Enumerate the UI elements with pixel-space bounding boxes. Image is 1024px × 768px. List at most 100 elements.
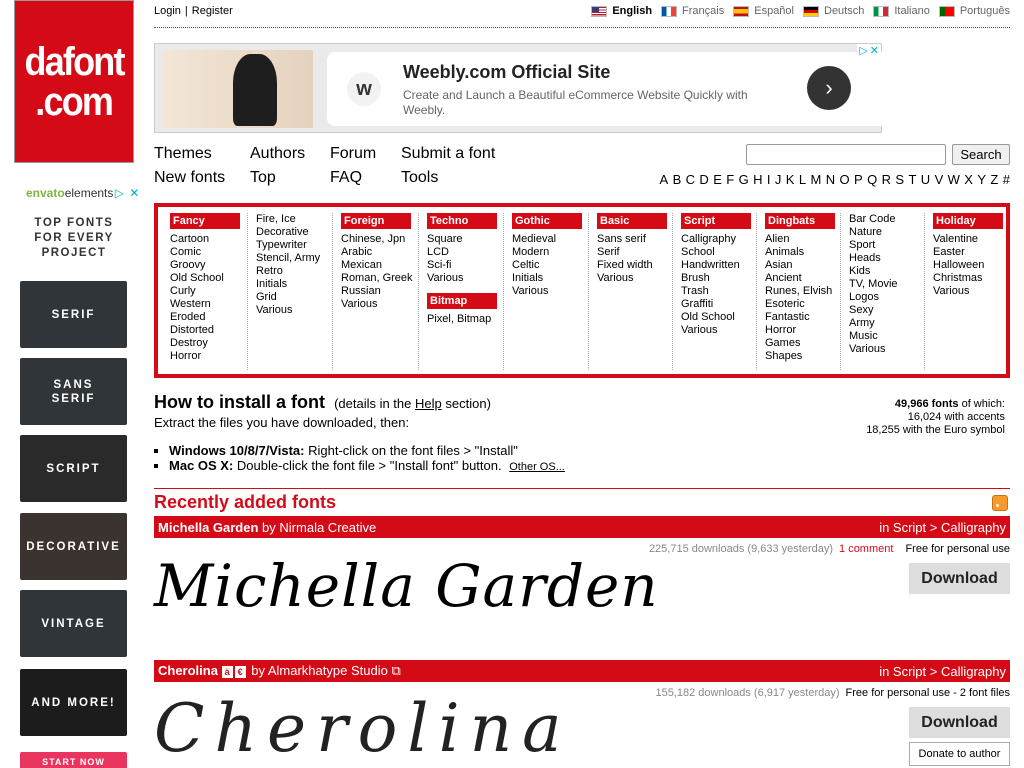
category-heading[interactable]: Techno — [427, 213, 497, 229]
alpha-link[interactable]: P — [854, 172, 863, 187]
adchoices-icon[interactable]: ▷ — [113, 187, 125, 199]
category-heading[interactable]: Dingbats — [765, 213, 835, 229]
font-name-link[interactable]: Cherolina — [158, 663, 218, 678]
search-button[interactable]: Search — [952, 144, 1010, 165]
tile-vintage[interactable]: VINTAGE — [20, 590, 127, 657]
alpha-link[interactable]: W — [948, 172, 960, 187]
tile-script[interactable]: SCRIPT — [20, 435, 127, 502]
category-link[interactable]: Old School — [681, 311, 756, 324]
category-link[interactable]: Pixel, Bitmap — [427, 313, 503, 326]
category-link[interactable]: Asian — [765, 259, 840, 272]
category-heading[interactable]: Script — [681, 213, 751, 229]
category-heading[interactable]: Gothic — [512, 213, 582, 229]
nav-submit[interactable]: Submit a font — [401, 145, 495, 163]
category-link[interactable]: Various — [427, 272, 503, 285]
category-link[interactable]: Various — [933, 285, 1005, 298]
font-preview[interactable]: Michella Garden — [154, 552, 659, 620]
category-link[interactable]: Decorative — [256, 226, 332, 239]
alpha-link[interactable]: Z — [990, 172, 998, 187]
tile-sans-serif[interactable]: SANS SERIF — [20, 358, 127, 425]
alpha-link[interactable]: I — [767, 172, 771, 187]
category-link[interactable]: Valentine — [933, 233, 1005, 246]
tile-decorative[interactable]: DECORATIVE — [20, 513, 127, 580]
category-link[interactable]: Easter — [933, 246, 1005, 259]
font-category-link[interactable]: in Script > Calligraphy — [879, 520, 1006, 535]
alpha-link[interactable]: A — [660, 172, 669, 187]
alpha-link[interactable]: M — [810, 172, 821, 187]
alpha-link[interactable]: L — [799, 172, 806, 187]
category-link[interactable]: Various — [341, 298, 418, 311]
category-link[interactable]: Various — [256, 304, 332, 317]
category-link[interactable]: Shapes — [765, 350, 840, 363]
rss-icon[interactable] — [992, 495, 1008, 511]
category-link[interactable]: Curly — [170, 285, 247, 298]
category-link[interactable]: Celtic — [512, 259, 588, 272]
category-link[interactable]: Sport — [849, 239, 924, 252]
lang-italiano[interactable]: Italiano — [873, 5, 930, 17]
category-link[interactable]: Initials — [512, 272, 588, 285]
envato-ad[interactable]: envatoelements ▷ ✕ TOP FONTS FOR EVERY PR… — [14, 180, 139, 768]
lang-espanol[interactable]: Español — [733, 5, 794, 17]
category-heading[interactable]: Holiday — [933, 213, 1003, 229]
category-link[interactable]: Runes, Elvish — [765, 285, 840, 298]
close-icon[interactable]: ✕ — [870, 45, 879, 57]
category-link[interactable]: Handwritten — [681, 259, 756, 272]
nav-forum[interactable]: Forum — [330, 145, 376, 163]
alpha-link[interactable]: S — [895, 172, 904, 187]
alpha-link[interactable]: K — [786, 172, 795, 187]
category-link[interactable]: Stencil, Army — [256, 252, 332, 265]
adchoices-icon[interactable]: ▷ — [859, 45, 867, 57]
alpha-link[interactable]: T — [908, 172, 916, 187]
alpha-link[interactable]: Y — [977, 172, 986, 187]
category-heading[interactable]: Basic — [597, 213, 667, 229]
category-link[interactable]: Army — [849, 317, 924, 330]
category-heading[interactable]: Bitmap — [427, 293, 497, 309]
category-heading[interactable]: Fancy — [170, 213, 240, 229]
category-link[interactable]: TV, Movie — [849, 278, 924, 291]
alpha-link[interactable]: O — [840, 172, 850, 187]
category-link[interactable]: Arabic — [341, 246, 418, 259]
category-link[interactable]: Fire, Ice — [256, 213, 332, 226]
font-preview[interactable]: Cherolina — [154, 690, 571, 767]
tile-serif[interactable]: SERIF — [20, 281, 127, 348]
lang-english[interactable]: English — [591, 5, 652, 17]
alpha-link[interactable]: # — [1003, 172, 1010, 187]
category-link[interactable]: Kids — [849, 265, 924, 278]
search-input[interactable] — [746, 144, 946, 165]
nav-themes[interactable]: Themes — [154, 145, 212, 163]
category-link[interactable]: Heads — [849, 252, 924, 265]
alpha-link[interactable]: H — [753, 172, 762, 187]
close-icon[interactable]: ✕ — [128, 187, 140, 199]
category-link[interactable]: Ancient — [765, 272, 840, 285]
nav-tools[interactable]: Tools — [401, 169, 438, 187]
register-link[interactable]: Register — [192, 5, 233, 17]
category-link[interactable]: Halloween — [933, 259, 1005, 272]
category-link[interactable]: Typewriter — [256, 239, 332, 252]
category-link[interactable]: Grid — [256, 291, 332, 304]
font-author-link[interactable]: Nirmala Creative — [279, 520, 376, 535]
category-link[interactable]: Sexy — [849, 304, 924, 317]
category-link[interactable]: Retro — [256, 265, 332, 278]
font-category-link[interactable]: in Script > Calligraphy — [879, 664, 1006, 679]
category-link[interactable]: Christmas — [933, 272, 1005, 285]
nav-faq[interactable]: FAQ — [330, 169, 362, 187]
category-heading[interactable]: Foreign look — [341, 213, 411, 241]
alpha-link[interactable]: Q — [867, 172, 877, 187]
category-link[interactable]: Old School — [170, 272, 247, 285]
category-link[interactable]: Alien — [765, 233, 840, 246]
nav-new-fonts[interactable]: New fonts — [154, 169, 225, 187]
category-link[interactable]: Serif — [597, 246, 672, 259]
category-link[interactable]: Chinese, Jpn — [341, 233, 418, 246]
login-link[interactable]: Login — [154, 5, 181, 17]
font-name-link[interactable]: Michella Garden — [158, 520, 258, 535]
lang-deutsch[interactable]: Deutsch — [803, 5, 864, 17]
alpha-link[interactable]: X — [964, 172, 973, 187]
alpha-link[interactable]: N — [826, 172, 835, 187]
alpha-link[interactable]: F — [726, 172, 734, 187]
category-link[interactable]: Fantastic — [765, 311, 840, 324]
category-link[interactable]: Western — [170, 298, 247, 311]
weebly-ad-banner[interactable]: w Weebly.com Official Site Create and La… — [154, 43, 1023, 133]
alpha-link[interactable]: E — [713, 172, 722, 187]
category-link[interactable]: Various — [681, 324, 756, 337]
download-button[interactable]: Download — [909, 563, 1010, 594]
